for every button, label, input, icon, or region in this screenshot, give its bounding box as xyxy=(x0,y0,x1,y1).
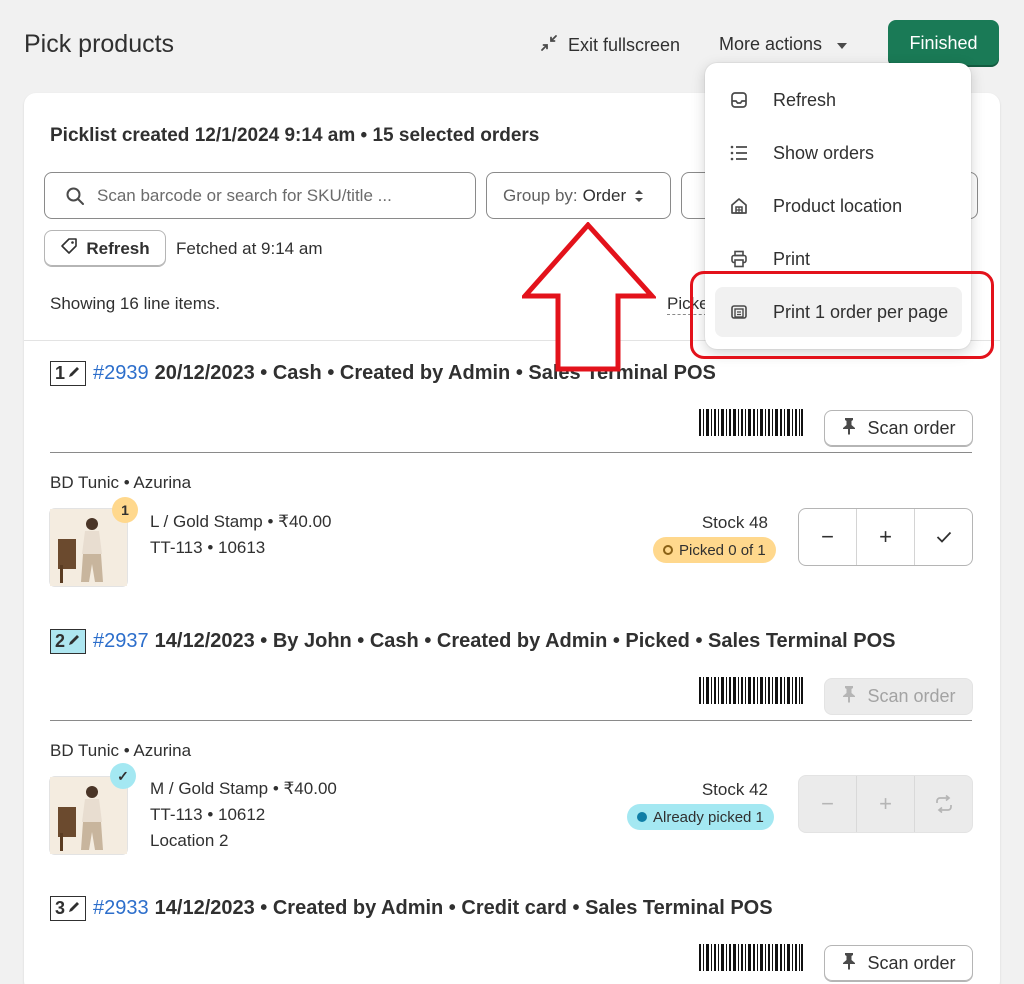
warehouse-icon xyxy=(727,197,751,215)
product-title: BD Tunic • Azurina xyxy=(50,473,192,492)
search-field[interactable] xyxy=(44,172,476,219)
quantity-stepper[interactable]: − + xyxy=(798,508,973,566)
status-dot-icon xyxy=(637,812,647,822)
variant-info: L / Gold Stamp • ₹40.00 TT-113 • 10613 xyxy=(150,509,332,561)
quantity-stepper[interactable]: − + xyxy=(798,775,973,833)
increment-button[interactable]: + xyxy=(857,509,915,565)
select-caret-icon xyxy=(634,189,644,203)
picklist-title: Picklist created 12/1/2024 9:14 am • 15 … xyxy=(50,125,540,146)
more-actions-button[interactable]: More actions xyxy=(719,34,848,55)
product-image xyxy=(50,777,127,854)
printer-icon xyxy=(727,250,751,268)
barcode-image xyxy=(699,409,803,436)
group-by-select[interactable]: Group by: Order xyxy=(486,172,671,219)
decrement-button[interactable]: − xyxy=(799,776,857,832)
divider xyxy=(50,452,972,453)
list-icon xyxy=(727,145,751,161)
exit-fullscreen-button[interactable]: Exit fullscreen xyxy=(540,34,680,57)
pin-icon xyxy=(841,685,857,708)
status-badge: Already picked 1 xyxy=(627,804,774,830)
scan-order-button[interactable]: Scan order xyxy=(824,945,973,982)
product-thumbnail: 1 xyxy=(49,497,138,587)
quantity-badge: 1 xyxy=(112,497,138,523)
group-by-value: Order xyxy=(582,185,627,205)
repeat-icon xyxy=(935,795,952,813)
tag-icon xyxy=(60,237,78,260)
status-label: Already picked 1 xyxy=(653,808,764,826)
more-actions-label: More actions xyxy=(719,34,823,54)
decrement-button[interactable]: − xyxy=(799,509,857,565)
scan-order-label: Scan order xyxy=(867,418,956,438)
barcode-image xyxy=(699,944,803,971)
finished-button[interactable]: Finished xyxy=(888,20,999,67)
menu-item-refresh[interactable]: Refresh xyxy=(715,75,962,125)
annotation-arrow xyxy=(522,222,656,372)
refresh-button-label: Refresh xyxy=(86,238,150,258)
stock-level: Stock 42 xyxy=(701,780,768,799)
group-by-label: Group by: xyxy=(503,185,578,205)
status-dot-icon xyxy=(663,545,673,555)
exit-fullscreen-label: Exit fullscreen xyxy=(568,35,681,55)
refresh-button[interactable]: Refresh xyxy=(44,230,166,267)
inbox-refresh-icon xyxy=(727,91,751,109)
menu-item-product-location[interactable]: Product location xyxy=(715,181,962,231)
pin-icon xyxy=(841,952,857,975)
order-index: 3 xyxy=(55,898,66,918)
order-header: 2 #2937 14/12/2023 • By John • Cash • Cr… xyxy=(50,629,896,654)
pencil-icon xyxy=(67,898,81,919)
confirm-pick-button[interactable] xyxy=(915,509,972,565)
order-index-badge[interactable]: 3 xyxy=(50,896,87,921)
variant-info: M / Gold Stamp • ₹40.00 TT-113 • 10612 L… xyxy=(150,776,337,854)
page-title: Pick products xyxy=(24,30,175,58)
menu-item-show-orders[interactable]: Show orders xyxy=(715,128,962,178)
scan-order-button[interactable]: Scan order xyxy=(824,678,973,715)
reset-pick-button[interactable] xyxy=(915,776,972,832)
pencil-icon xyxy=(67,363,81,384)
scan-order-label: Scan order xyxy=(867,686,956,706)
variant-sku: TT-113 • 10612 xyxy=(150,805,266,824)
search-icon xyxy=(65,186,85,206)
picked-check-badge: ✓ xyxy=(110,763,136,789)
menu-item-label: Product location xyxy=(773,195,903,216)
increment-button[interactable]: + xyxy=(857,776,915,832)
annotation-highlight-box xyxy=(690,271,994,359)
variant-location: Location 2 xyxy=(150,831,229,850)
check-icon xyxy=(936,531,951,543)
order-header: 3 #2933 14/12/2023 • Created by Admin • … xyxy=(50,896,773,921)
scan-order-label: Scan order xyxy=(867,953,956,973)
variant-name: L / Gold Stamp • ₹40.00 xyxy=(150,512,332,531)
status-badge: Picked 0 of 1 xyxy=(653,537,776,563)
product-image xyxy=(50,509,127,586)
menu-item-label: Show orders xyxy=(773,142,875,163)
line-items-count: Showing 16 line items. xyxy=(50,294,221,313)
order-index: 2 xyxy=(55,631,66,651)
barcode-image xyxy=(699,677,803,704)
product-title: BD Tunic • Azurina xyxy=(50,741,192,760)
product-thumbnail: ✓ xyxy=(49,763,136,855)
stock-level: Stock 48 xyxy=(701,513,768,532)
order-link[interactable]: #2937 xyxy=(93,630,149,653)
order-link[interactable]: #2939 xyxy=(93,362,149,385)
order-link[interactable]: #2933 xyxy=(93,897,149,920)
search-input[interactable] xyxy=(97,185,437,206)
order-index-badge[interactable]: 1 xyxy=(50,361,87,386)
divider xyxy=(50,720,972,721)
order-index: 1 xyxy=(55,363,66,383)
collapse-icon xyxy=(540,34,558,57)
status-label: Picked 0 of 1 xyxy=(679,541,766,559)
pencil-icon xyxy=(67,631,81,652)
order-index-badge[interactable]: 2 xyxy=(50,629,87,654)
order-details: 14/12/2023 • By John • Cash • Created by… xyxy=(154,630,896,652)
pin-icon xyxy=(841,417,857,440)
variant-name: M / Gold Stamp • ₹40.00 xyxy=(150,779,337,798)
menu-item-label: Print xyxy=(773,248,811,269)
fetched-time: Fetched at 9:14 am xyxy=(176,239,323,258)
scan-order-button[interactable]: Scan order xyxy=(824,410,973,447)
menu-item-label: Refresh xyxy=(773,89,837,110)
caret-down-icon xyxy=(836,34,848,55)
order-details: 14/12/2023 • Created by Admin • Credit c… xyxy=(154,897,773,919)
variant-sku: TT-113 • 10613 xyxy=(150,538,266,557)
